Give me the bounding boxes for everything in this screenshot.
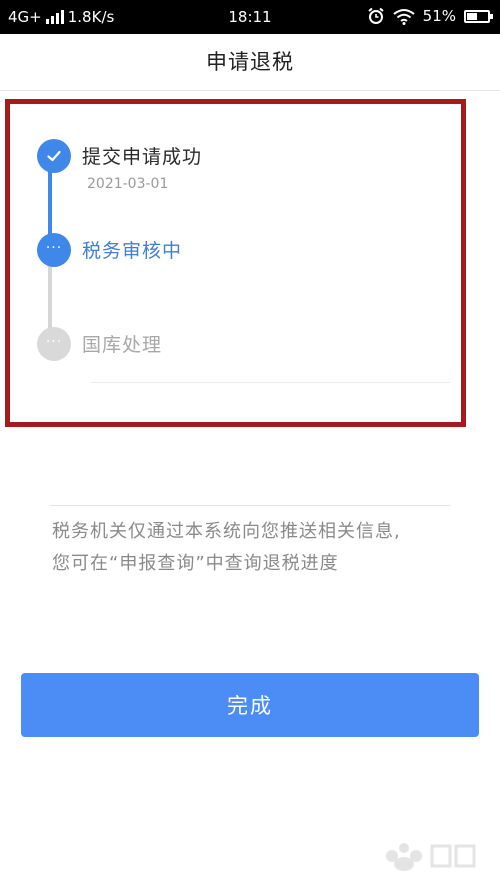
step-2-label: 税务审核中: [82, 240, 183, 262]
step-done-icon: [37, 139, 71, 173]
battery-percent: 51%: [422, 7, 456, 25]
ellipsis-icon: ···: [45, 240, 63, 256]
wifi-icon: [393, 8, 415, 25]
step-active-icon: ···: [37, 233, 71, 267]
ellipsis-icon: ···: [45, 334, 63, 350]
step-3-label: 国库处理: [82, 334, 163, 356]
step-1-date: 2021-03-01: [87, 176, 169, 192]
divider: [90, 382, 450, 383]
alarm-icon: [368, 7, 384, 24]
watermark-logo: [386, 843, 476, 871]
step-pending-icon: ···: [37, 327, 71, 361]
check-icon: [47, 150, 61, 162]
info-line-2: 您可在“申报查询”中查询退税进度: [52, 553, 339, 574]
info-line-1: 税务机关仅通过本系统向您推送相关信息,: [52, 521, 401, 542]
status-bar: 4G+ 1.8K/s 18:11 51%: [0, 0, 500, 34]
page-title: 申请退税: [0, 34, 500, 91]
status-right: 51%: [367, 7, 493, 25]
info-text: 税务机关仅通过本系统向您推送相关信息, 您可在“申报查询”中查询退税进度: [52, 516, 462, 580]
step-1-label: 提交申请成功: [82, 146, 203, 168]
done-button[interactable]: 完成: [21, 673, 479, 737]
highlight-box: [5, 99, 466, 427]
baidu-jingyan-watermark: [382, 834, 482, 878]
info-divider: [50, 505, 450, 506]
battery-icon: [464, 9, 493, 23]
timeline-line-pending: [48, 265, 52, 331]
battery-fill: [467, 12, 477, 20]
timeline-line-completed: [48, 171, 52, 237]
